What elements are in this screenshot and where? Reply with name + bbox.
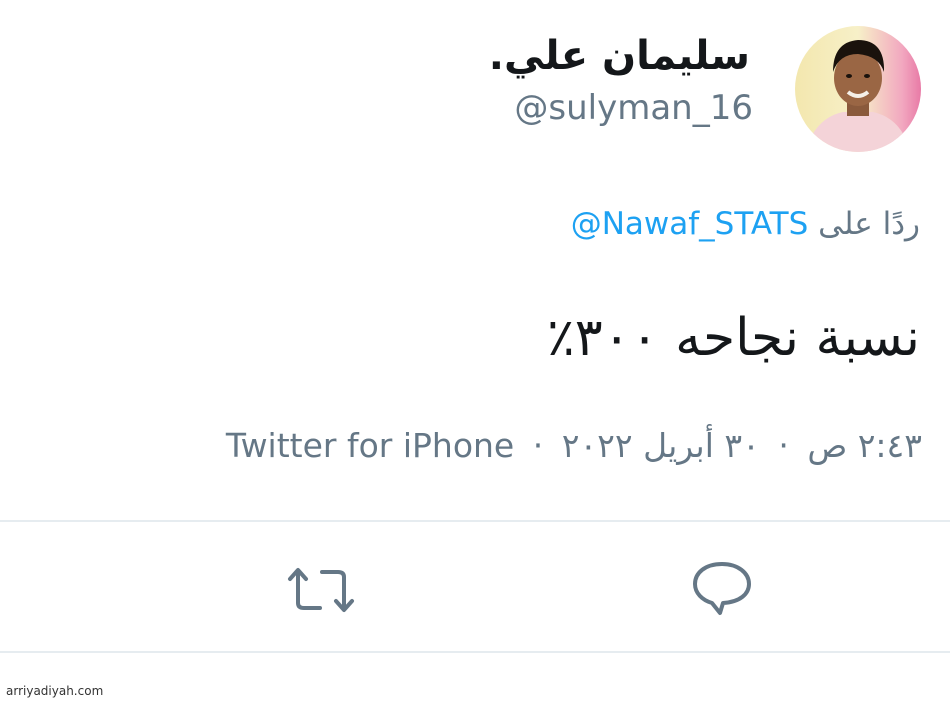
- reply-icon: [693, 562, 751, 615]
- tweet-time[interactable]: ٢:٤٣ ص: [807, 426, 922, 465]
- retweet-icon: [288, 568, 354, 612]
- retweet-button[interactable]: [286, 565, 356, 615]
- tweet-metadata: ٢:٤٣ ص · ٣٠ أبريل ٢٠٢٢ · Twitter for iPh…: [226, 424, 922, 468]
- avatar-image: [805, 40, 911, 152]
- tweet-source[interactable]: Twitter for iPhone: [226, 426, 514, 465]
- tweet-date[interactable]: ٣٠ أبريل ٢٠٢٢: [562, 426, 760, 465]
- divider: [0, 651, 950, 653]
- reply-button[interactable]: [690, 558, 754, 618]
- meta-separator: ·: [778, 426, 789, 465]
- tweet-text: نسبة نجاحه ٣٠٠٪: [546, 308, 920, 368]
- user-handle[interactable]: @sulyman_16: [514, 86, 753, 130]
- mention-link[interactable]: @Nawaf_STATS: [571, 206, 809, 242]
- display-name[interactable]: سليمان علي.: [489, 30, 750, 82]
- replying-to: ردًا على @Nawaf_STATS: [571, 203, 920, 245]
- avatar[interactable]: [795, 26, 921, 152]
- tweet-card: سليمان علي. @sulyman_16 ردًا على @Nawaf_…: [0, 0, 950, 701]
- divider: [0, 520, 950, 522]
- meta-separator: ·: [532, 426, 544, 465]
- watermark: arriyadiyah.com: [6, 684, 104, 698]
- replying-to-label: ردًا على: [818, 206, 920, 242]
